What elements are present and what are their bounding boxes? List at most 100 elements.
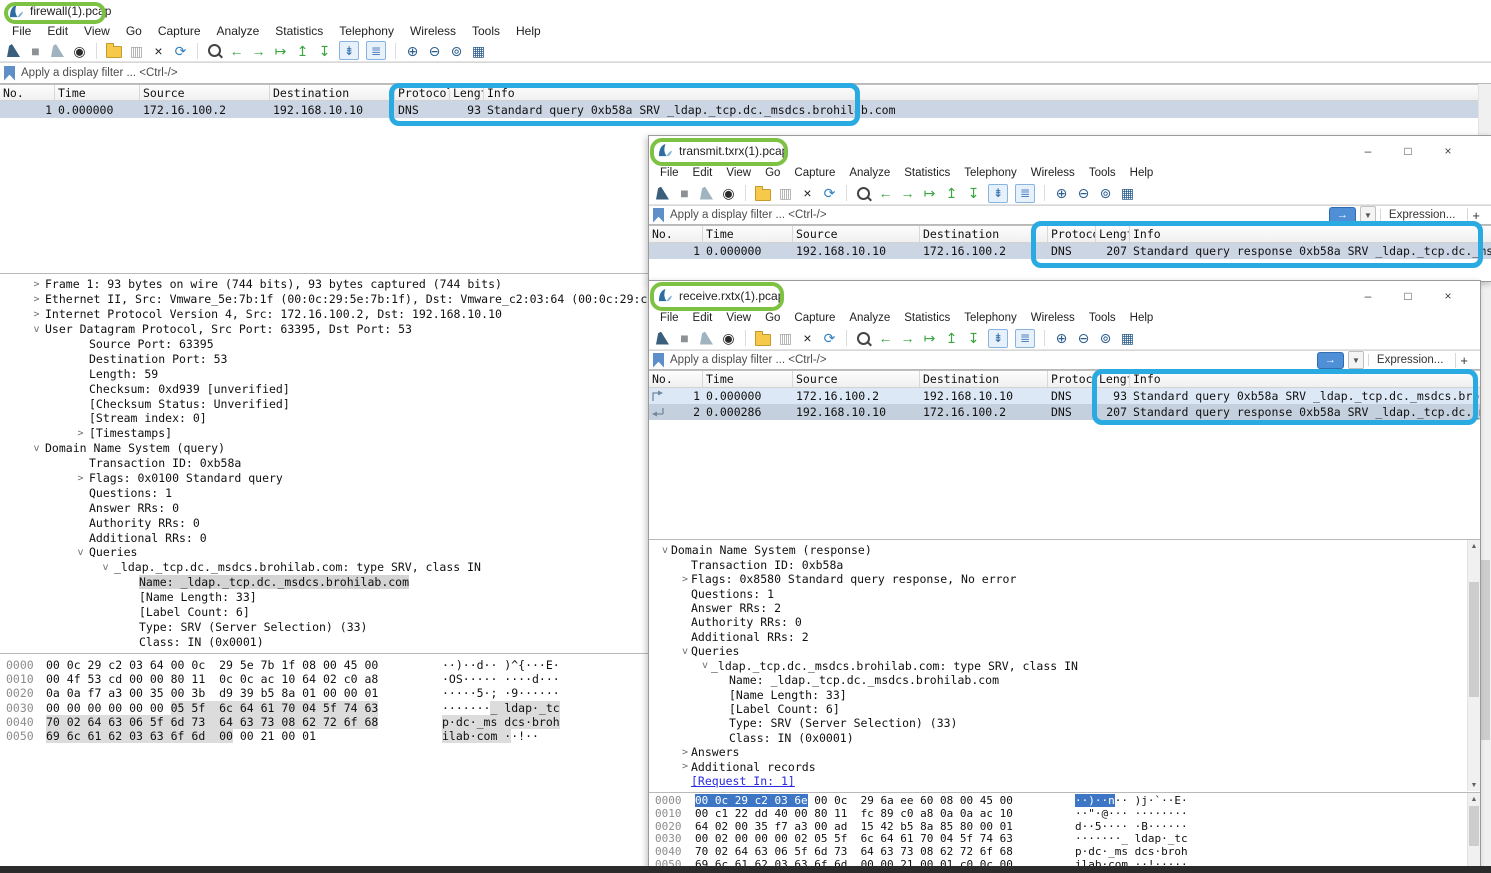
- menu-item-help[interactable]: Help: [1123, 167, 1161, 179]
- column-header-time[interactable]: Time: [55, 85, 140, 100]
- titlebar[interactable]: transmit.txrx(1).pcap – □ ×: [649, 137, 1491, 164]
- menu-item-statistics[interactable]: Statistics: [897, 312, 957, 324]
- stop-capture-icon[interactable]: ■: [677, 186, 692, 200]
- start-capture-fin-icon[interactable]: [655, 187, 670, 200]
- first-packet-icon[interactable]: ↥: [944, 331, 959, 345]
- detail-line[interactable]: Type: SRV (Server Selection) (33): [649, 716, 1480, 730]
- packet-detail-pane[interactable]: vDomain Name System (response)Transactio…: [649, 539, 1480, 792]
- zoom-in-icon[interactable]: ⊕: [405, 44, 420, 58]
- menu-item-telephony[interactable]: Telephony: [957, 167, 1023, 179]
- column-header-info[interactable]: Info: [484, 85, 1491, 100]
- expander-icon[interactable]: v: [28, 324, 45, 335]
- zoom-reset-icon[interactable]: ⊚: [1098, 331, 1113, 345]
- menu-item-capture[interactable]: Capture: [150, 24, 209, 38]
- menu-item-wireless[interactable]: Wireless: [1024, 312, 1082, 324]
- hex-scrollbar[interactable]: ▲: [1467, 793, 1480, 869]
- menu-item-statistics[interactable]: Statistics: [897, 167, 957, 179]
- expander-icon[interactable]: v: [72, 547, 89, 558]
- column-header-destination[interactable]: Destination: [920, 226, 1048, 242]
- menu-item-capture[interactable]: Capture: [787, 167, 842, 179]
- detail-line[interactable]: v_ldap._tcp.dc._msdcs.brohilab.com: type…: [649, 659, 1480, 673]
- column-header-length[interactable]: Length: [1096, 371, 1130, 387]
- menu-item-view[interactable]: View: [719, 167, 758, 179]
- next-packet-icon[interactable]: →: [900, 186, 915, 200]
- menu-item-file[interactable]: File: [653, 167, 686, 179]
- filter-bookmark-icon[interactable]: [653, 353, 664, 368]
- menu-item-tools[interactable]: Tools: [1082, 167, 1123, 179]
- capture-options-icon[interactable]: ◉: [721, 186, 736, 200]
- reload-icon[interactable]: ⟳: [822, 331, 837, 345]
- column-header-info[interactable]: Info: [1130, 226, 1491, 242]
- save-file-icon[interactable]: ▥: [778, 186, 793, 200]
- menu-item-telephony[interactable]: Telephony: [331, 24, 402, 38]
- packet-row[interactable]: 10.000000192.168.10.10172.16.100.2DNS207…: [649, 243, 1491, 259]
- filter-dropdown-button[interactable]: ▼: [1360, 206, 1376, 224]
- find-packet-icon[interactable]: [856, 187, 871, 200]
- save-file-icon[interactable]: ▥: [778, 331, 793, 345]
- reload-icon[interactable]: ⟳: [173, 44, 188, 58]
- zoom-out-icon[interactable]: ⊖: [1076, 186, 1091, 200]
- detail-line[interactable]: vDomain Name System (response): [649, 543, 1480, 557]
- packet-row[interactable]: 10.000000172.16.100.2192.168.10.10DNS93S…: [0, 101, 1491, 118]
- apply-filter-button[interactable]: →: [1317, 352, 1344, 369]
- open-file-icon[interactable]: [755, 186, 771, 201]
- maximize-button[interactable]: □: [1388, 289, 1428, 303]
- menu-item-telephony[interactable]: Telephony: [957, 312, 1023, 324]
- minimize-button[interactable]: –: [1348, 144, 1388, 158]
- zoom-reset-icon[interactable]: ⊚: [1098, 186, 1113, 200]
- auto-scroll-toggle[interactable]: ⇟: [988, 329, 1008, 348]
- zoom-out-icon[interactable]: ⊖: [427, 44, 442, 58]
- expander-icon[interactable]: v: [699, 660, 711, 671]
- detail-line[interactable]: [Request In: 1]: [649, 774, 1480, 788]
- scrollbar-thumb[interactable]: [1469, 806, 1479, 846]
- packet-row[interactable]: 20.000286192.168.10.10172.16.100.2DNS207…: [649, 404, 1480, 420]
- add-filter-button[interactable]: +: [1467, 208, 1488, 223]
- detail-line[interactable]: >Flags: 0x8580 Standard query response, …: [649, 572, 1480, 586]
- find-packet-icon[interactable]: [856, 332, 871, 345]
- capture-options-icon[interactable]: ◉: [72, 44, 87, 58]
- menu-item-wireless[interactable]: Wireless: [402, 24, 464, 38]
- maximize-button[interactable]: □: [1388, 144, 1428, 158]
- zoom-out-icon[interactable]: ⊖: [1076, 331, 1091, 345]
- find-packet-icon[interactable]: [207, 44, 222, 57]
- menu-item-go[interactable]: Go: [758, 312, 787, 324]
- column-header-protocol[interactable]: Protocol: [395, 85, 450, 100]
- menu-item-go[interactable]: Go: [758, 167, 787, 179]
- close-button[interactable]: ×: [1428, 144, 1468, 158]
- scrollbar-thumb[interactable]: [1469, 582, 1479, 697]
- open-file-icon[interactable]: [106, 43, 122, 58]
- expander-icon[interactable]: >: [72, 473, 89, 484]
- resize-columns-icon[interactable]: ▦: [1120, 331, 1135, 345]
- menu-item-view[interactable]: View: [76, 24, 118, 38]
- titlebar[interactable]: receive.rxtx(1).pcap – □ ×: [649, 282, 1480, 309]
- colorize-toggle[interactable]: ≣: [1015, 184, 1035, 203]
- restart-capture-fin-icon[interactable]: [699, 332, 714, 345]
- detail-line[interactable]: vQueries: [649, 644, 1480, 658]
- close-button[interactable]: ×: [1428, 289, 1468, 303]
- expander-icon[interactable]: >: [28, 279, 45, 290]
- display-filter-input[interactable]: [19, 66, 1487, 80]
- menu-item-tools[interactable]: Tools: [464, 24, 508, 38]
- scrollbar-thumb[interactable]: [1480, 560, 1490, 740]
- column-header-time[interactable]: Time: [703, 226, 793, 242]
- first-packet-icon[interactable]: ↥: [944, 186, 959, 200]
- column-header-info[interactable]: Info: [1130, 371, 1480, 387]
- column-header-protocol[interactable]: Protocol: [1048, 371, 1096, 387]
- menu-item-view[interactable]: View: [719, 312, 758, 324]
- menu-item-capture[interactable]: Capture: [787, 312, 842, 324]
- expander-icon[interactable]: >: [679, 761, 691, 772]
- previous-packet-icon[interactable]: ←: [878, 186, 893, 200]
- detail-scrollbar[interactable]: ▲ ▼: [1467, 540, 1480, 791]
- zoom-reset-icon[interactable]: ⊚: [449, 44, 464, 58]
- first-packet-icon[interactable]: ↥: [295, 44, 310, 58]
- expression-button[interactable]: Expression...: [1380, 209, 1463, 221]
- detail-line[interactable]: Questions: 1: [649, 586, 1480, 600]
- column-header-time[interactable]: Time: [703, 371, 793, 387]
- close-file-icon[interactable]: ×: [151, 44, 166, 58]
- menu-item-help[interactable]: Help: [1123, 312, 1161, 324]
- expander-icon[interactable]: v: [97, 562, 114, 573]
- expander-icon[interactable]: >: [28, 294, 45, 305]
- menu-item-help[interactable]: Help: [508, 24, 549, 38]
- menu-item-analyze[interactable]: Analyze: [842, 312, 897, 324]
- detail-line[interactable]: Transaction ID: 0xb58a: [649, 557, 1480, 571]
